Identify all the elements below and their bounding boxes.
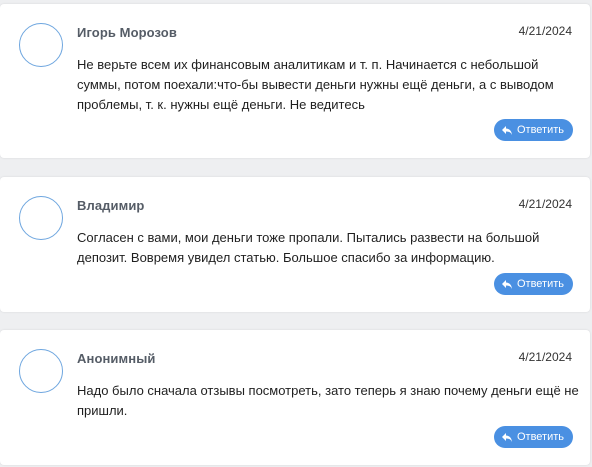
reply-button[interactable]: Ответить <box>493 119 573 141</box>
comment-text: Не верьте всем их финансовым аналитикам … <box>77 57 554 112</box>
comment-date: 4/21/2024 <box>518 197 572 211</box>
reply-button[interactable]: Ответить <box>493 273 573 295</box>
comment-author[interactable]: Владимир <box>77 198 144 213</box>
reply-arrow-icon <box>501 431 513 443</box>
reply-arrow-icon <box>501 278 513 290</box>
reply-arrow-icon <box>501 124 513 136</box>
comment-card: Владимир 4/21/2024 Согласен с вами, мои … <box>0 177 590 312</box>
comment-author[interactable]: Анонимный <box>77 351 156 366</box>
comment-card: Анонимный 4/21/2024 Надо было сначала от… <box>0 330 590 465</box>
avatar[interactable] <box>19 23 63 67</box>
comment-date: 4/21/2024 <box>518 350 572 364</box>
avatar[interactable] <box>19 349 63 393</box>
comment-text: Надо было сначала отзывы посмотреть, зат… <box>77 383 579 418</box>
avatar[interactable] <box>19 196 63 240</box>
comment-date: 4/21/2024 <box>518 24 572 38</box>
reply-label: Ответить <box>516 278 564 290</box>
reply-button[interactable]: Ответить <box>493 426 573 448</box>
reply-label: Ответить <box>516 124 564 136</box>
comment-author[interactable]: Игорь Морозов <box>77 25 177 40</box>
comments-feed: Игорь Морозов 4/21/2024 Не верьте всем и… <box>0 0 592 467</box>
reply-label: Ответить <box>516 431 564 443</box>
comment-card: Игорь Морозов 4/21/2024 Не верьте всем и… <box>0 4 590 158</box>
comment-text: Согласен с вами, мои деньги тоже пропали… <box>77 230 540 265</box>
